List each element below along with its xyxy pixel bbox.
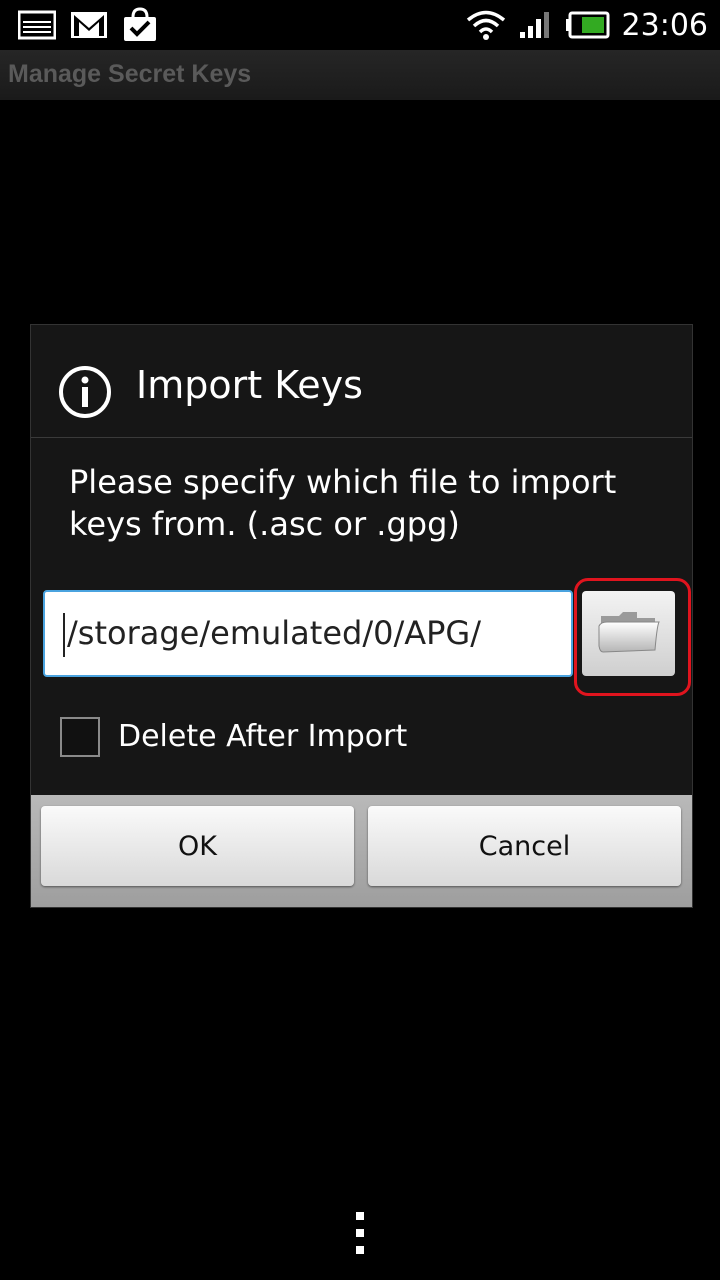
shopping-bag-check-icon xyxy=(122,7,158,43)
info-icon xyxy=(57,364,113,425)
dialog-header: Import Keys xyxy=(31,325,692,438)
signal-icon xyxy=(518,10,552,40)
import-keys-dialog: Import Keys Please specify which file to… xyxy=(30,324,693,908)
app-title: Manage Secret Keys xyxy=(8,60,252,88)
delete-after-import-label: Delete After Import xyxy=(118,719,408,754)
ok-button[interactable]: OK xyxy=(41,806,354,886)
image-notification-icon xyxy=(18,10,56,40)
folder-icon xyxy=(597,606,661,661)
overflow-dot xyxy=(356,1246,364,1254)
file-path-value: /storage/emulated/0/APG/ xyxy=(67,614,481,652)
status-bar: 23:06 xyxy=(0,0,720,50)
overflow-menu-icon[interactable] xyxy=(354,1212,366,1254)
wifi-icon xyxy=(466,9,506,41)
dialog-message: Please specify which file to import keys… xyxy=(69,463,617,543)
dialog-button-bar: OK Cancel xyxy=(31,795,692,907)
action-bar: Manage Secret Keys xyxy=(0,50,720,100)
overflow-dot xyxy=(356,1229,364,1237)
overflow-dot xyxy=(356,1212,364,1220)
cancel-button[interactable]: Cancel xyxy=(368,806,681,886)
clock: 23:06 xyxy=(621,7,708,43)
browse-file-button[interactable] xyxy=(582,591,675,676)
dialog-title: Import Keys xyxy=(136,363,363,407)
delete-after-import-checkbox[interactable] xyxy=(60,717,100,757)
text-caret xyxy=(63,613,65,657)
battery-icon xyxy=(564,11,610,39)
file-path-input[interactable]: /storage/emulated/0/APG/ xyxy=(43,590,573,677)
gmail-icon xyxy=(70,10,108,40)
